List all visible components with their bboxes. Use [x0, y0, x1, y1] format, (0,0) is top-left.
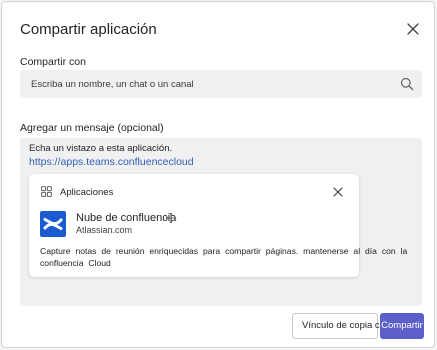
- app-link[interactable]: https://apps.teams.confluencecloud: [29, 156, 194, 168]
- app-preview-card: Aplicaciones Nube de confluencia Atlassi…: [29, 174, 407, 277]
- close-icon: [333, 187, 343, 197]
- share-button[interactable]: Compartir: [380, 313, 424, 339]
- apps-icon: [41, 186, 52, 197]
- app-domain: Atlassian.com: [76, 225, 133, 235]
- share-app-dialog: Compartir aplicación Compartir con Agreg…: [1, 1, 435, 348]
- cursor-move-icon: [165, 212, 177, 224]
- remove-card-button[interactable]: [332, 185, 344, 197]
- message-label: Agregar un mensaje (opcional): [20, 122, 164, 134]
- close-icon: [407, 23, 419, 35]
- confluence-logo-icon: [40, 211, 66, 237]
- share-with-label: Compartir con: [20, 56, 86, 68]
- app-description: Capture notas de reunión enriquecidas pa…: [40, 246, 408, 268]
- message-textarea[interactable]: Echa un vistazo a esta aplicación. https…: [20, 138, 422, 306]
- app-name: Nube de confluencia: [76, 212, 177, 224]
- copy-link-button[interactable]: Vínculo de copia co: [292, 313, 385, 339]
- close-dialog-button[interactable]: [404, 20, 422, 38]
- search-icon[interactable]: [400, 77, 414, 91]
- message-text: Echa un vistazo a esta aplicación.: [29, 143, 173, 154]
- card-header: Aplicaciones: [60, 187, 114, 198]
- search-input[interactable]: [20, 70, 390, 98]
- dialog-title: Compartir aplicación: [20, 21, 157, 38]
- search-box: [20, 70, 422, 98]
